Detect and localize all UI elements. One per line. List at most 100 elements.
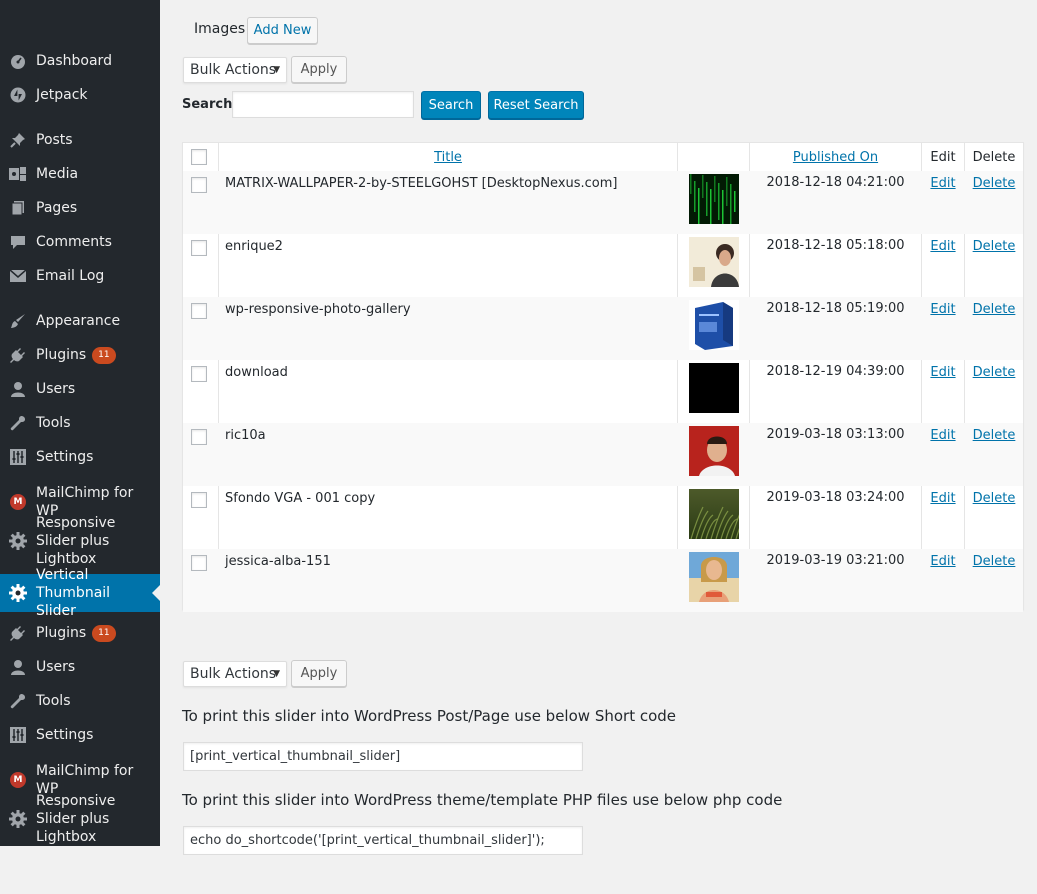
- apply-button-bottom[interactable]: Apply: [291, 660, 347, 687]
- bulk-actions-select-top[interactable]: Bulk Actions ▼: [183, 57, 287, 83]
- gear-icon: [0, 810, 36, 828]
- delete-link[interactable]: Delete: [973, 365, 1016, 380]
- add-new-button[interactable]: Add New: [247, 17, 318, 44]
- sidebar-item-responsive-slider-plus-lightbox[interactable]: Responsive Slider plus Lightbox: [0, 515, 160, 567]
- wrench-icon: [0, 415, 36, 431]
- sidebar-item-media[interactable]: Media: [0, 164, 160, 184]
- row-published-date: 2018-12-19 04:39:00: [766, 364, 905, 379]
- sidebar-item-tools[interactable]: Tools: [0, 691, 160, 711]
- edit-link[interactable]: Edit: [930, 176, 955, 191]
- column-header-delete: Delete: [972, 149, 1016, 165]
- row-thumbnail: [689, 552, 739, 602]
- bulk-actions-select-bottom[interactable]: Bulk Actions ▼: [183, 661, 287, 687]
- main-content: Images Add New Bulk Actions ▼ Apply Sear…: [160, 0, 1037, 894]
- shortcode-field[interactable]: [print_vertical_thumbnail_slider]: [183, 742, 583, 771]
- sidebar-item-pages[interactable]: Pages: [0, 198, 160, 218]
- sidebar-item-label: Settings: [36, 727, 94, 743]
- plug-icon: [0, 625, 36, 641]
- edit-link[interactable]: Edit: [930, 239, 955, 254]
- mailchimp-icon: M: [0, 772, 36, 788]
- plug-icon: [0, 347, 36, 363]
- sidebar-item-tools[interactable]: Tools: [0, 413, 160, 433]
- delete-link[interactable]: Delete: [973, 302, 1016, 317]
- page-title: Images: [194, 21, 246, 37]
- sidebar-item-email-log[interactable]: Email Log: [0, 266, 160, 286]
- sidebar-item-label: Vertical Thumbnail Slider: [36, 567, 111, 619]
- row-published-date: 2019-03-18 03:24:00: [766, 490, 905, 505]
- sidebar-item-label: Responsive Slider plus Lightbox: [36, 515, 116, 567]
- select-all-checkbox[interactable]: [191, 149, 207, 165]
- sidebar-item-jetpack[interactable]: Jetpack: [0, 85, 160, 105]
- sidebar-item-posts[interactable]: Posts: [0, 130, 160, 150]
- row-checkbox[interactable]: [191, 492, 207, 508]
- column-header-published[interactable]: Published On: [750, 143, 921, 171]
- sidebar-item-dashboard[interactable]: Dashboard: [0, 51, 160, 71]
- search-button[interactable]: Search: [421, 91, 481, 119]
- search-input[interactable]: [232, 91, 414, 118]
- table-row: download 2018-12-19 04:39:00 Edit Delete: [183, 360, 1023, 423]
- edit-link[interactable]: Edit: [930, 554, 955, 569]
- chevron-down-icon: ▼: [273, 65, 280, 75]
- sidebar-item-label: Appearance: [36, 313, 121, 329]
- row-thumbnail: [689, 174, 739, 224]
- edit-link[interactable]: Edit: [930, 302, 955, 317]
- sidebar-item-label: Posts: [36, 132, 73, 148]
- bulk-actions-value: Bulk Actions: [190, 666, 277, 682]
- comment-icon: [0, 234, 36, 250]
- row-thumbnail: [689, 237, 739, 287]
- reset-search-button[interactable]: Reset Search: [488, 91, 584, 119]
- sidebar-item-settings[interactable]: Settings: [0, 725, 160, 745]
- edit-link[interactable]: Edit: [930, 365, 955, 380]
- gear-icon: [0, 532, 36, 550]
- shortcode-heading: To print this slider into WordPress Post…: [182, 707, 677, 725]
- sliders-icon: [0, 727, 36, 743]
- row-thumbnail: [689, 489, 739, 539]
- delete-link[interactable]: Delete: [973, 428, 1016, 443]
- plugin-update-badge: 11: [92, 346, 116, 364]
- sliders-icon: [0, 449, 36, 465]
- row-checkbox[interactable]: [191, 240, 207, 256]
- sort-published-link[interactable]: Published On: [793, 150, 878, 165]
- row-checkbox[interactable]: [191, 366, 207, 382]
- sidebar-item-users[interactable]: Users: [0, 379, 160, 399]
- sidebar-item-appearance[interactable]: Appearance: [0, 311, 160, 331]
- sort-title-link[interactable]: Title: [434, 150, 462, 165]
- sidebar-item-comments[interactable]: Comments: [0, 232, 160, 252]
- row-checkbox[interactable]: [191, 303, 207, 319]
- row-checkbox[interactable]: [191, 177, 207, 193]
- bulk-actions-value: Bulk Actions: [190, 62, 277, 78]
- sidebar-item-mailchimp-for-wp[interactable]: M MailChimp for WP: [0, 763, 160, 797]
- row-checkbox[interactable]: [191, 429, 207, 445]
- sidebar-item-label: Email Log: [36, 268, 105, 284]
- table-row: enrique2 2018-12-18 05:18:00 Edit Delete: [183, 234, 1023, 297]
- row-title: enrique2: [225, 239, 283, 254]
- row-checkbox[interactable]: [191, 555, 207, 571]
- shortcode-value: [print_vertical_thumbnail_slider]: [190, 749, 401, 764]
- column-header-title[interactable]: Title: [219, 143, 677, 171]
- sidebar-item-plugins[interactable]: Plugins 11: [0, 345, 160, 365]
- phpcode-heading: To print this slider into WordPress them…: [182, 791, 783, 809]
- sidebar-item-mailchimp-for-wp[interactable]: M MailChimp for WP: [0, 485, 160, 519]
- delete-link[interactable]: Delete: [973, 239, 1016, 254]
- sidebar-item-label: Comments: [36, 234, 112, 250]
- delete-link[interactable]: Delete: [973, 554, 1016, 569]
- edit-link[interactable]: Edit: [930, 491, 955, 506]
- sidebar-item-responsive-slider-plus-lightbox[interactable]: Responsive Slider plus Lightbox: [0, 793, 160, 845]
- sidebar-item-settings[interactable]: Settings: [0, 447, 160, 467]
- row-published-date: 2018-12-18 04:21:00: [766, 175, 905, 190]
- sidebar-item-label: Settings: [36, 449, 94, 465]
- phpcode-field[interactable]: echo do_shortcode('[print_vertical_thumb…: [183, 826, 583, 855]
- sidebar-item-vertical-thumbnail-slider[interactable]: Vertical Thumbnail Slider: [0, 567, 160, 619]
- row-title: download: [225, 365, 288, 380]
- delete-link[interactable]: Delete: [973, 491, 1016, 506]
- sidebar-item-plugins[interactable]: Plugins 11: [0, 623, 160, 643]
- delete-link[interactable]: Delete: [973, 176, 1016, 191]
- mailchimp-icon: M: [0, 494, 36, 510]
- edit-link[interactable]: Edit: [930, 428, 955, 443]
- plugin-update-badge: 11: [92, 624, 116, 642]
- row-published-date: 2019-03-18 03:13:00: [766, 427, 905, 442]
- row-published-date: 2018-12-18 05:18:00: [766, 238, 905, 253]
- sidebar-item-users[interactable]: Users: [0, 657, 160, 677]
- apply-button-top[interactable]: Apply: [291, 56, 347, 83]
- sidebar-item-label: Tools: [36, 693, 71, 709]
